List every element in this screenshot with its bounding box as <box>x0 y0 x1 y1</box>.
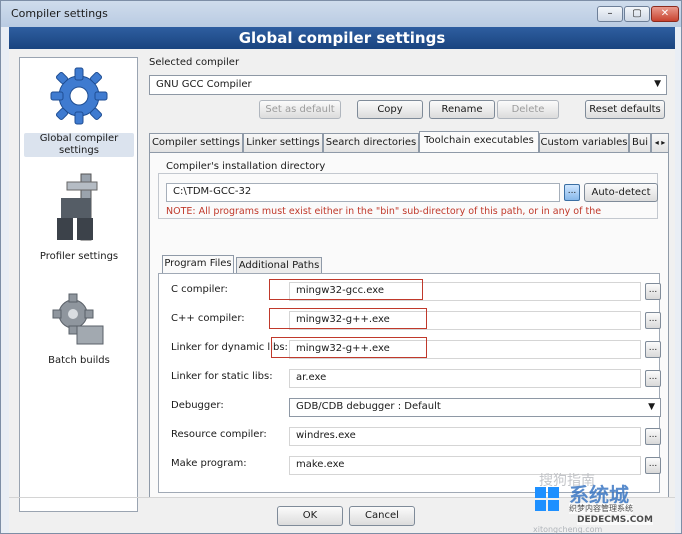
debugger-label: Debugger: <box>171 400 224 411</box>
chevron-down-icon: ▼ <box>654 79 661 89</box>
compiler-settings-window: Compiler settings – ▢ ✕ Global compiler … <box>0 0 682 534</box>
resource-compiler-label: Resource compiler: <box>171 429 267 440</box>
tab-program-files[interactable]: Program Files <box>162 255 234 275</box>
browse-dynamic-linker-button[interactable]: ... <box>645 341 661 358</box>
install-dir-field[interactable]: C:\TDM-GCC-32 <box>166 183 560 202</box>
gear-icon <box>50 67 108 125</box>
watermark-logo: 系统城 织梦内容管理系统 DEDECMS.COM xitongcheng.com <box>533 479 673 534</box>
chevron-down-icon: ▼ <box>648 402 655 412</box>
toolchain-panel: Compiler's installation directory C:\TDM… <box>149 152 669 498</box>
highlight-box <box>269 308 427 329</box>
cpp-compiler-label: C++ compiler: <box>171 313 245 324</box>
nav-item-global-compiler[interactable]: Global compiler settings <box>24 64 134 157</box>
debugger-select[interactable]: GDB/CDB debugger : Default ▼ <box>289 398 661 417</box>
static-linker-label: Linker for static libs: <box>171 371 273 382</box>
copy-button[interactable]: Copy <box>357 100 423 119</box>
set-as-default-button[interactable]: Set as default <box>259 100 341 119</box>
maximize-button[interactable]: ▢ <box>624 6 650 22</box>
nav-item-profiler[interactable]: Profiler settings <box>24 168 134 263</box>
tab-scroll-arrows[interactable]: ◂ ▸ <box>651 133 669 152</box>
c-compiler-label: C compiler: <box>171 284 228 295</box>
program-files-panel: C compiler: mingw32-gcc.exe ... C++ comp… <box>158 273 661 493</box>
install-dir-label: Compiler's installation directory <box>166 161 326 172</box>
ok-button[interactable]: OK <box>277 506 343 526</box>
window-title: Compiler settings <box>11 7 108 20</box>
highlight-box <box>271 337 427 358</box>
browse-static-linker-button[interactable]: ... <box>645 370 661 387</box>
page-title: Global compiler settings <box>9 27 675 49</box>
nav-label-batch-builds: Batch builds <box>48 355 110 366</box>
highlight-box <box>269 279 423 300</box>
tab-custom-variables[interactable]: Custom variables <box>539 133 629 152</box>
delete-button[interactable]: Delete <box>497 100 559 119</box>
browse-install-dir-button[interactable]: ... <box>564 184 580 201</box>
reset-defaults-button[interactable]: Reset defaults <box>585 100 665 119</box>
tab-build-options[interactable]: Bui <box>629 133 651 152</box>
compiler-select[interactable]: GNU GCC Compiler ▼ <box>149 75 667 95</box>
watermark-dede-cn: 织梦内容管理系统 <box>569 503 633 514</box>
caliper-icon <box>57 173 98 241</box>
resource-compiler-field[interactable]: windres.exe <box>289 427 641 446</box>
browse-cpp-compiler-button[interactable]: ... <box>645 312 661 329</box>
nav-item-batch-builds[interactable]: Batch builds <box>24 286 134 367</box>
static-linker-field[interactable]: ar.exe <box>289 369 641 388</box>
browse-c-compiler-button[interactable]: ... <box>645 283 661 300</box>
minimize-button[interactable]: – <box>597 6 623 22</box>
dialog-client: Global compiler settings Global compiler… <box>9 27 675 534</box>
close-button[interactable]: ✕ <box>651 6 679 22</box>
tab-linker-settings[interactable]: Linker settings <box>243 133 323 152</box>
rename-button[interactable]: Rename <box>429 100 495 119</box>
browse-resource-compiler-button[interactable]: ... <box>645 428 661 445</box>
make-program-label: Make program: <box>171 458 247 469</box>
settings-nav: Global compiler settings Profiler settin… <box>19 57 138 512</box>
browse-make-program-button[interactable]: ... <box>645 457 661 474</box>
nav-label-global-compiler: Global compiler settings <box>24 133 134 157</box>
nav-label-profiler: Profiler settings <box>39 251 119 262</box>
tab-compiler-settings[interactable]: Compiler settings <box>149 133 243 152</box>
windows-logo-icon <box>535 487 559 511</box>
auto-detect-button[interactable]: Auto-detect <box>584 183 658 202</box>
compiler-select-value: GNU GCC Compiler <box>156 79 252 90</box>
watermark-dede-url: DEDECMS.COM <box>577 515 653 525</box>
cancel-button[interactable]: Cancel <box>349 506 415 526</box>
tab-search-directories[interactable]: Search directories <box>323 133 419 152</box>
selected-compiler-label: Selected compiler <box>149 57 240 68</box>
tab-toolchain-executables[interactable]: Toolchain executables <box>419 131 539 153</box>
install-note: NOTE: All programs must exist either in … <box>166 206 602 217</box>
tab-additional-paths[interactable]: Additional Paths <box>236 257 322 274</box>
debugger-select-value: GDB/CDB debugger : Default <box>296 401 441 412</box>
watermark-site-url: xitongcheng.com <box>533 525 603 534</box>
title-bar[interactable]: Compiler settings – ▢ ✕ <box>1 1 681 27</box>
gears-icon <box>52 293 104 345</box>
